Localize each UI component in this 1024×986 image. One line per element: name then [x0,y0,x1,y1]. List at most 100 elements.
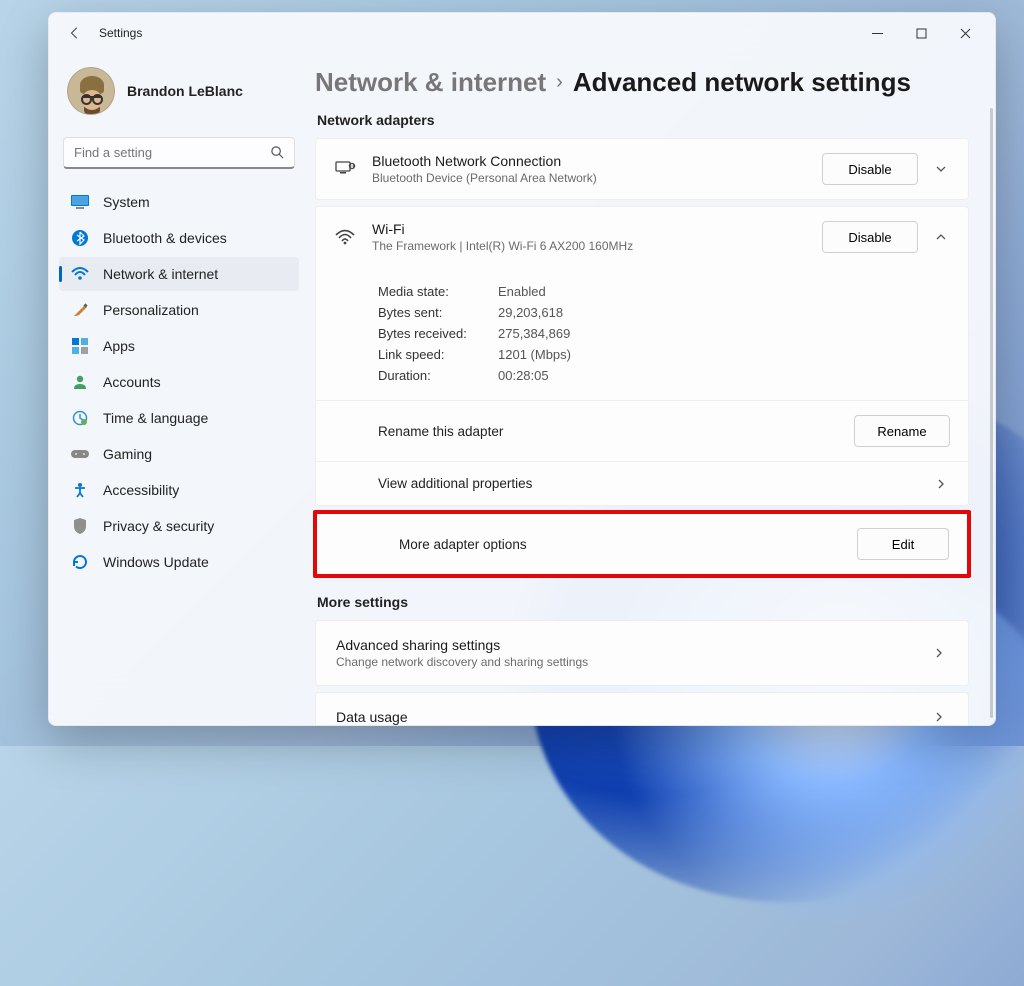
search-box [63,137,295,169]
scrollbar[interactable] [990,108,993,718]
update-icon [71,553,89,571]
apps-icon [71,337,89,355]
maximize-icon [916,28,927,39]
arrow-left-icon [68,26,82,40]
sidebar-item-label: Personalization [103,302,199,318]
sidebar-item-windows-update[interactable]: Windows Update [59,545,299,579]
profile[interactable]: Brandon LeBlanc [59,61,299,133]
sidebar-item-system[interactable]: System [59,185,299,219]
sidebar-item-label: Windows Update [103,554,209,570]
close-button[interactable] [943,18,987,48]
sidebar-item-accessibility[interactable]: Accessibility [59,473,299,507]
gamepad-icon [71,445,89,463]
minimize-button[interactable] [855,18,899,48]
titlebar: Settings [49,13,995,53]
sidebar-item-privacy[interactable]: Privacy & security [59,509,299,543]
sidebar-item-personalization[interactable]: Personalization [59,293,299,327]
adapter-card-wifi: Wi-Fi The Framework | Intel(R) Wi-Fi 6 A… [315,206,969,506]
person-icon [71,373,89,391]
row-label: View additional properties [378,476,918,491]
adapter-card-bluetooth[interactable]: Bluetooth Network Connection Bluetooth D… [315,138,969,200]
adapter-desc: The Framework | Intel(R) Wi-Fi 6 AX200 1… [372,239,806,253]
content-area: Network & internet › Advanced network se… [309,53,995,725]
stat-value: Enabled [498,284,546,299]
stat-value: 275,384,869 [498,326,570,341]
chevron-right-icon [932,646,948,660]
maximize-button[interactable] [899,18,943,48]
bluetooth-icon [71,229,89,247]
wifi-icon [71,265,89,283]
stat-key: Bytes sent: [378,305,498,320]
data-usage-card[interactable]: Data usage [315,692,969,725]
chevron-up-icon [934,230,950,244]
nav-list: System Bluetooth & devices Network & int… [59,185,299,579]
breadcrumb: Network & internet › Advanced network se… [315,67,969,98]
sidebar-item-label: Bluetooth & devices [103,230,227,246]
sidebar-item-bluetooth[interactable]: Bluetooth & devices [59,221,299,255]
chevron-right-icon: › [556,71,563,94]
sidebar: Brandon LeBlanc System Bluetooth & devic… [49,53,309,725]
sidebar-item-apps[interactable]: Apps [59,329,299,363]
adapter-name: Bluetooth Network Connection [372,153,806,169]
avatar [67,67,115,115]
sidebar-item-label: Apps [103,338,135,354]
sidebar-item-network[interactable]: Network & internet [59,257,299,291]
stat-key: Bytes received: [378,326,498,341]
minimize-icon [872,28,883,39]
row-label: Rename this adapter [378,424,838,439]
highlight-annotation: More adapter options Edit [313,510,971,578]
card-title: Advanced sharing settings [336,637,918,653]
view-additional-properties-row[interactable]: View additional properties [316,461,968,505]
sidebar-item-gaming[interactable]: Gaming [59,437,299,471]
breadcrumb-parent[interactable]: Network & internet [315,67,546,98]
settings-window: Settings Brandon LeBlanc [48,12,996,726]
wifi-adapter-icon [334,229,356,245]
network-pc-icon [334,160,356,178]
disable-button[interactable]: Disable [822,221,918,253]
page-title: Advanced network settings [573,67,911,98]
adapter-name: Wi-Fi [372,221,806,237]
sidebar-item-label: Accessibility [103,482,179,498]
stat-key: Link speed: [378,347,498,362]
window-title: Settings [99,26,142,40]
username: Brandon LeBlanc [127,83,243,99]
adapter-stats: Media state:Enabled Bytes sent:29,203,61… [316,271,968,401]
rename-button[interactable]: Rename [854,415,950,447]
card-subtitle: Change network discovery and sharing set… [336,655,918,669]
chevron-right-icon [934,477,950,491]
more-adapter-options-row: More adapter options Edit [317,514,967,574]
sidebar-item-label: Gaming [103,446,152,462]
sidebar-item-label: Privacy & security [103,518,214,534]
close-icon [960,28,971,39]
clock-globe-icon [71,409,89,427]
sidebar-item-accounts[interactable]: Accounts [59,365,299,399]
stat-value: 00:28:05 [498,368,549,383]
adapter-desc: Bluetooth Device (Personal Area Network) [372,171,806,185]
adapter-header-wifi[interactable]: Wi-Fi The Framework | Intel(R) Wi-Fi 6 A… [316,207,968,267]
stat-key: Media state: [378,284,498,299]
sidebar-item-label: Network & internet [103,266,218,282]
shield-icon [71,517,89,535]
back-button[interactable] [57,15,93,51]
sidebar-item-label: System [103,194,150,210]
stat-value: 29,203,618 [498,305,563,320]
advanced-sharing-card[interactable]: Advanced sharing settings Change network… [315,620,969,686]
disable-button[interactable]: Disable [822,153,918,185]
search-icon [270,145,285,160]
chevron-down-icon [934,162,950,176]
chevron-right-icon [932,710,948,724]
row-label: More adapter options [399,537,841,552]
stat-key: Duration: [378,368,498,383]
section-network-adapters: Network adapters [317,112,969,128]
card-title: Data usage [336,709,918,725]
system-icon [71,193,89,211]
search-input[interactable] [63,137,295,169]
section-more-settings: More settings [317,594,969,610]
sidebar-item-label: Time & language [103,410,208,426]
edit-button[interactable]: Edit [857,528,949,560]
accessibility-icon [71,481,89,499]
sidebar-item-label: Accounts [103,374,161,390]
sidebar-item-time-language[interactable]: Time & language [59,401,299,435]
paintbrush-icon [71,301,89,319]
rename-adapter-row: Rename this adapter Rename [316,401,968,461]
